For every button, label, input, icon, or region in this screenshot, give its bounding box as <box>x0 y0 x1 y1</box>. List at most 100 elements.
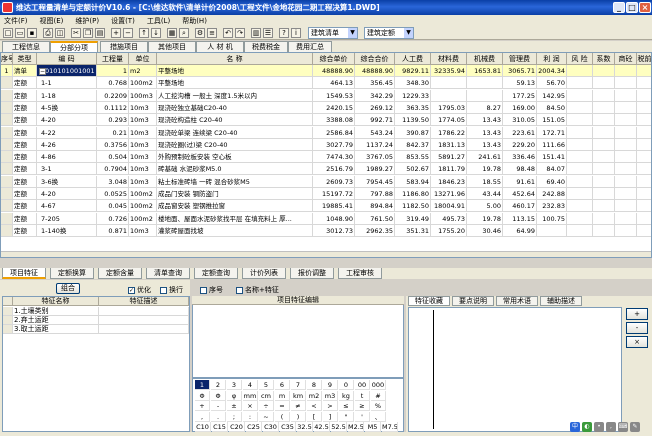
quota-row[interactable]: 定额 1-140换 0.871 10m3 灌浆砖屋面找坡 3012.73 2962.35 35… <box>1 224 651 237</box>
cell-profit[interactable]: 111.66 <box>537 138 567 151</box>
keypad-key[interactable]: C35 <box>280 422 296 432</box>
cell-name[interactable]: 灌浆砖屋面找坡 <box>157 224 313 237</box>
cell-tax[interactable] <box>637 114 651 127</box>
quota-row[interactable]: 定额 4-26 0.3756 10m3 现浇砼圈(过)梁 C20-40 3027.79 11… <box>1 138 651 151</box>
add-favorite-button[interactable]: + <box>626 308 648 320</box>
collapse-icon[interactable]: − <box>39 68 46 75</box>
keyboard-icon[interactable]: ⌨ <box>618 422 628 432</box>
keypad-key[interactable]: mm <box>243 390 258 401</box>
cell-material[interactable]: 1774.05 <box>431 114 467 127</box>
feature-name[interactable]: 1.土壤类别 <box>13 307 99 316</box>
cell-unit[interactable]: 100m3 <box>129 89 157 102</box>
column-header-labor[interactable]: 人工费 <box>395 53 431 65</box>
column-header-material[interactable]: 材料费 <box>431 53 467 65</box>
cell-coef[interactable] <box>593 212 615 225</box>
paste-icon[interactable]: ▤ <box>95 28 105 38</box>
dot-icon[interactable]: • <box>594 422 604 432</box>
cell-price[interactable]: 2420.15 <box>313 101 355 114</box>
cell-code[interactable]: 4-20 <box>37 188 97 200</box>
cell-unit[interactable]: 10m3 <box>129 126 157 139</box>
cell-conc[interactable] <box>615 200 637 213</box>
keypad-key[interactable]: ] <box>323 411 338 422</box>
cell-type[interactable]: 定额 <box>13 114 37 127</box>
cell-qty[interactable]: 0.2209 <box>97 89 129 102</box>
keypad-key[interactable]: Φ <box>211 390 226 401</box>
quota-row[interactable]: 定额 4-67 0.045 100m2 成品窗安装 塑钢推拉窗 19885.41 894.8… <box>1 200 651 213</box>
keypad-key[interactable]: 9 <box>323 380 338 390</box>
cell-risk[interactable] <box>567 224 593 237</box>
new-icon[interactable]: □ <box>3 28 13 38</box>
keypad-key[interactable]: 1 <box>195 380 210 390</box>
cell-conc[interactable] <box>615 224 637 237</box>
cell-risk[interactable] <box>567 138 593 151</box>
cell-price[interactable]: 48888.90 <box>313 65 355 77</box>
tab-item-features[interactable]: 项目特征 <box>2 268 46 279</box>
cell-coef[interactable] <box>593 101 615 114</box>
cell-qty[interactable]: 0.0525 <box>97 188 129 200</box>
cell-material[interactable]: 1786.22 <box>431 126 467 139</box>
cell-code[interactable]: 4-26 <box>37 138 97 151</box>
keypad-key[interactable]: : <box>243 411 258 422</box>
maximize-button[interactable]: □ <box>626 2 638 13</box>
keypad-key[interactable]: 、 <box>371 411 386 422</box>
cell-tax[interactable] <box>637 188 651 200</box>
cell-labor[interactable]: 502.67 <box>395 163 431 176</box>
keypad-key[interactable]: 52.5 <box>331 422 347 432</box>
cell-material[interactable] <box>431 89 467 102</box>
cell-code[interactable]: 010101001001 <box>37 65 97 77</box>
column-header-profit[interactable]: 利 润 <box>537 53 567 65</box>
cell-risk[interactable] <box>567 163 593 176</box>
bill-grid[interactable]: 序号类型编 码工程量单位名 称综合单价综合合价人工费材料费机械费管理费利 润风 … <box>0 52 652 258</box>
cell-total[interactable]: 2962.35 <box>355 224 395 237</box>
keypad-key[interactable]: 0 <box>339 380 354 390</box>
cell-risk[interactable] <box>567 151 593 164</box>
keypad-key[interactable]: ≤ <box>339 401 354 411</box>
cell-code[interactable]: 1-18 <box>37 89 97 102</box>
keypad-key[interactable]: , <box>195 411 210 422</box>
copy-icon[interactable]: ❐ <box>83 28 93 38</box>
cell-coef[interactable] <box>593 224 615 237</box>
cell-total[interactable]: 1989.27 <box>355 163 395 176</box>
tab-quote-adjust[interactable]: 报价调整 <box>290 268 334 279</box>
name-feature-checkbox[interactable]: 名称+特征 <box>236 285 279 295</box>
cell-unit[interactable]: 10m3 <box>129 224 157 237</box>
quota-row[interactable]: 定额 4-5换 0.1112 10m3 现浇砼独立基础C20-40 2420.15 269.… <box>1 101 651 114</box>
cell-name[interactable]: 现浇砼圈(过)梁 C20-40 <box>157 138 313 151</box>
cell-type[interactable]: 定额 <box>13 126 37 139</box>
cell-name[interactable]: 人工挖沟槽 一般土 深度1.5米以内 <box>157 89 313 102</box>
cell-code[interactable]: 3-6换 <box>37 175 97 188</box>
cell-profit[interactable]: 242.88 <box>537 188 567 200</box>
cell-mgmt[interactable]: 169.00 <box>503 101 537 114</box>
ime-icon[interactable]: 中 <box>570 422 580 432</box>
tab-project-audit[interactable]: 工程审核 <box>338 268 382 279</box>
cell-code[interactable]: 4-67 <box>37 200 97 213</box>
cell-material[interactable]: 1795.03 <box>431 101 467 114</box>
cell-seq[interactable]: 1 <box>1 65 13 77</box>
cell-name[interactable]: 粘土标准砖墙 一砖 混合砂浆M5 <box>157 175 313 188</box>
keypad-key[interactable]: ≥ <box>355 401 370 411</box>
cell-qty[interactable]: 0.3756 <box>97 138 129 151</box>
tab-labor-material-machine[interactable]: 人 材 机 <box>196 41 244 52</box>
cell-material[interactable]: 5891.27 <box>431 151 467 164</box>
cell-qty[interactable]: 0.768 <box>97 77 129 90</box>
feature-name[interactable]: 3.取土运距 <box>13 325 99 334</box>
cell-machine[interactable]: 13.43 <box>467 126 503 139</box>
cell-type[interactable]: 定额 <box>13 101 37 114</box>
column-header-machine[interactable]: 机械费 <box>467 53 503 65</box>
cell-price[interactable]: 3027.79 <box>313 138 355 151</box>
cell-qty[interactable]: 3.048 <box>97 175 129 188</box>
column-header-code[interactable]: 编 码 <box>37 53 97 65</box>
keypad-key[interactable]: t <box>355 390 370 401</box>
cell-coef[interactable] <box>593 138 615 151</box>
keypad-key[interactable]: C10 <box>195 422 211 432</box>
cell-name[interactable]: 成品窗安装 塑钢推拉窗 <box>157 200 313 213</box>
cell-profit[interactable]: 172.71 <box>537 126 567 139</box>
cell-tax[interactable] <box>637 176 651 188</box>
delete-favorite-button[interactable]: × <box>626 336 648 348</box>
keypad-key[interactable]: C20 <box>229 422 245 432</box>
keypad-key[interactable]: 7 <box>291 380 306 390</box>
cell-total[interactable]: 761.50 <box>355 212 395 225</box>
cell-price[interactable]: 1549.53 <box>313 89 355 102</box>
cell-price[interactable]: 3388.08 <box>313 114 355 127</box>
cell-seq[interactable] <box>1 77 13 90</box>
